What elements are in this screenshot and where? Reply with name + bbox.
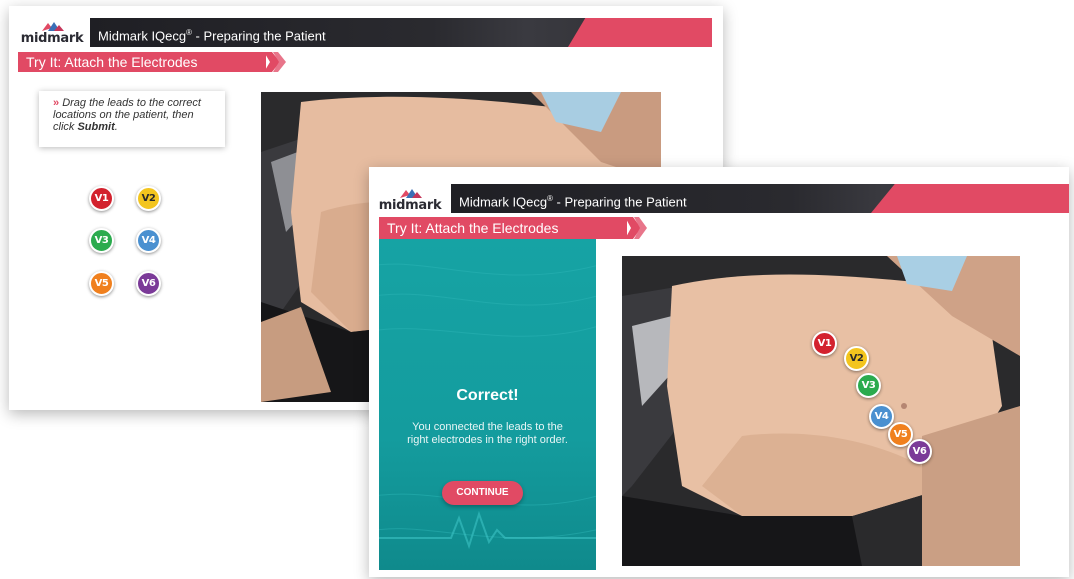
lead-label: V3 [94,235,109,246]
patient-illustration [622,256,1020,566]
brand-name: midmark [378,198,442,213]
activity-title: Try It: Attach the Electrodes [379,217,627,239]
chevron-right-icon [264,52,286,72]
lead-label: V2 [849,353,864,364]
lead-v5[interactable]: V5 [89,271,114,296]
instruction-text: Drag the leads to the correct locations … [53,97,201,133]
lead-v6[interactable]: V6 [136,271,161,296]
lead-v1[interactable]: V1 [89,186,114,211]
activity-banner: Try It: Attach the Electrodes [18,52,290,72]
electrode-v3[interactable]: V3 [856,373,881,398]
header-accent [871,184,1069,213]
lead-label: V2 [141,193,156,204]
brand-logo: midmark [378,187,442,213]
continue-button[interactable]: CONTINUE [442,481,523,505]
header-subtitle: - Preparing the Patient [191,28,326,44]
header-bar: Midmark IQecg® - Preparing the Patient [451,184,1069,213]
header-accent [568,18,712,47]
activity-banner: Try It: Attach the Electrodes [379,217,651,239]
feedback-message: You connected the leads to the right ele… [407,421,568,446]
header-bar: Midmark IQecg® - Preparing the Patient [90,18,712,47]
chevron-right-icon [625,217,647,239]
lead-v3[interactable]: V3 [89,228,114,253]
lead-v4[interactable]: V4 [136,228,161,253]
patient-photo: V1 V2 V3 V4 V5 V6 [622,256,1020,566]
lead-label: V1 [817,338,832,349]
electrode-v2[interactable]: V2 [844,346,869,371]
slide-feedback: midmark Midmark IQecg® - Preparing the P… [369,167,1069,577]
electrode-v1[interactable]: V1 [812,331,837,356]
brand-name: midmark [20,31,84,46]
header-title: Midmark IQecg® - Preparing the Patient [98,18,326,47]
instruction-bullet: » [53,97,60,109]
lead-label: V4 [874,411,889,422]
lead-label: V4 [141,235,156,246]
header-product: Midmark IQecg [98,28,187,44]
feedback-heading: Correct! [456,387,519,404]
lead-label: V5 [94,278,109,289]
heartbeat-icon [379,510,596,550]
activity-title: Try It: Attach the Electrodes [18,52,266,72]
instruction-submit: Submit [77,121,115,133]
header-title: Midmark IQecg® - Preparing the Patient [459,184,687,213]
lead-label: V1 [94,193,109,204]
instruction-period: . [114,121,118,133]
lead-label: V3 [861,380,876,391]
lead-label: V6 [912,446,927,457]
header-product: Midmark IQecg [459,194,548,210]
brand-logo: midmark [20,20,84,46]
instruction-card: » Drag the leads to the correct location… [39,91,225,147]
lead-label: V6 [141,278,156,289]
lead-label: V5 [893,429,908,440]
feedback-panel: Correct! You connected the leads to the … [379,239,596,570]
electrode-v6[interactable]: V6 [907,439,932,464]
lead-v2[interactable]: V2 [136,186,161,211]
header-subtitle: - Preparing the Patient [552,194,687,210]
